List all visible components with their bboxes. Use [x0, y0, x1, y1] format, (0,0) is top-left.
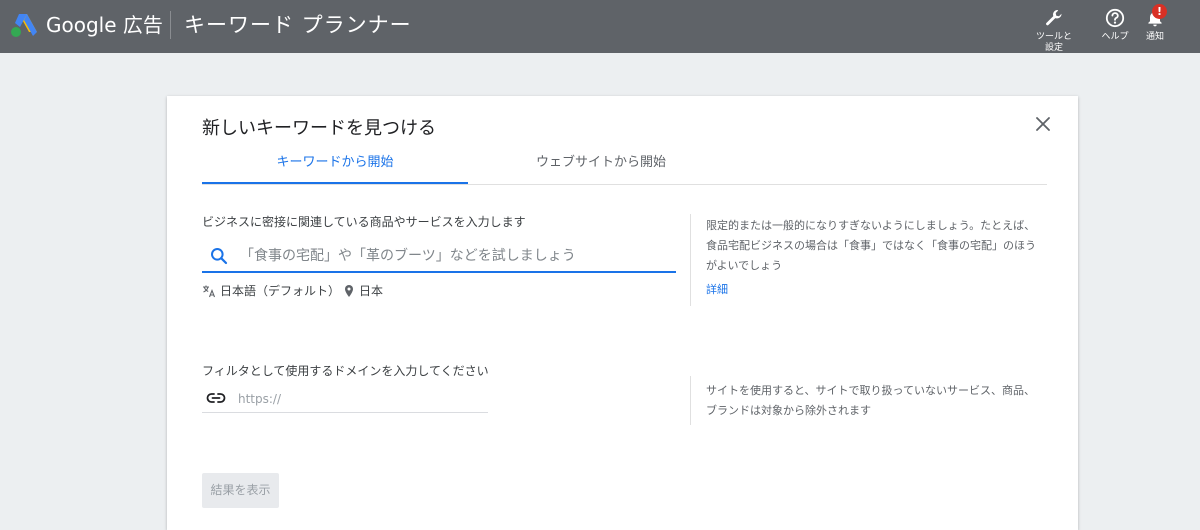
language-selector[interactable]: 日本語（デフォルト） — [220, 282, 340, 300]
keyword-search-input[interactable] — [238, 243, 672, 269]
header-divider — [170, 11, 171, 39]
show-results-button[interactable]: 結果を表示 — [202, 473, 279, 508]
tab-start-with-keywords[interactable]: キーワードから開始 — [202, 153, 468, 173]
notifications-label: 通知 — [1145, 32, 1164, 42]
domain-hint-text: サイトを使用すると、サイトで取り扱っていないサービス、商品、ブランドは対象から除… — [706, 384, 1036, 417]
domain-hint-divider — [690, 376, 691, 425]
domain-section-label: フィルタとして使用するドメインを入力してください — [202, 364, 489, 378]
wrench-icon — [1046, 10, 1062, 26]
tab-divider — [202, 184, 1047, 185]
notifications-button[interactable]: ! 通知 — [1140, 4, 1170, 43]
help-icon — [1105, 8, 1125, 28]
search-icon — [211, 248, 228, 265]
translate-icon — [203, 285, 216, 298]
page-title: キーワード プランナー — [184, 13, 412, 37]
domain-input-container — [202, 385, 488, 413]
keyword-section-label: ビジネスに密接に関連している商品やサービスを入力します — [202, 215, 526, 229]
link-icon — [206, 393, 226, 403]
tab-start-with-website[interactable]: ウェブサイトから開始 — [468, 153, 734, 173]
help-label: ヘルプ — [1101, 32, 1129, 42]
location-selector[interactable]: 日本 — [359, 282, 383, 300]
close-icon[interactable] — [1033, 114, 1053, 134]
keyword-hint-divider — [690, 214, 691, 306]
tools-settings-button[interactable]: ツールと設定 — [1030, 8, 1078, 54]
keyword-ideas-dialog: 新しいキーワードを見つける キーワードから開始 ウェブサイトから開始 ビジネスに… — [167, 96, 1078, 530]
learn-more-link[interactable]: 詳細 — [706, 282, 728, 298]
top-bar: Google 広告 キーワード プランナー ツールと設定 ヘルプ ! 通知 — [0, 0, 1200, 53]
keyword-hint-text: 限定的または一般的になりすぎないようにしましょう。たとえば、食品宅配ビジネスの場… — [706, 219, 1036, 272]
tools-settings-label: ツールと設定 — [1035, 32, 1072, 53]
dialog-title: 新しいキーワードを見つける — [202, 118, 436, 139]
help-button[interactable]: ヘルプ — [1096, 8, 1134, 43]
notification-badge: ! — [1152, 4, 1167, 19]
location-pin-icon — [345, 285, 353, 297]
brand-name[interactable]: Google 広告 — [46, 12, 163, 38]
domain-input[interactable] — [236, 387, 480, 411]
google-ads-logo-icon[interactable] — [10, 12, 38, 38]
keyword-input-container — [202, 239, 676, 273]
